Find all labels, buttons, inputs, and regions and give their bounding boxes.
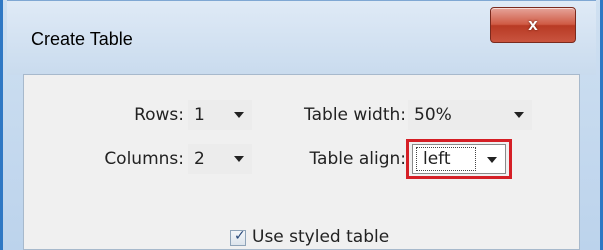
columns-label: Columns: <box>104 149 184 169</box>
rows-label: Rows: <box>134 105 184 125</box>
table-width-label: Table width: <box>304 105 406 125</box>
close-icon: x <box>528 15 538 34</box>
styled-table-checkbox[interactable]: ✓ <box>230 228 246 246</box>
table-width-select[interactable]: 50% <box>408 100 532 130</box>
table-align-label: Table align: <box>309 149 406 169</box>
chevron-down-icon <box>234 112 244 118</box>
table-align-value: left <box>416 147 476 171</box>
dialog-window: Create Table x Rows: 1 Table width: 50% … <box>0 0 603 250</box>
columns-value: 2 <box>194 149 205 169</box>
checkmark-icon: ✓ <box>234 228 246 244</box>
title-bar: Create Table x <box>7 0 596 75</box>
table-width-value: 50% <box>414 105 452 125</box>
table-align-select[interactable]: left <box>412 144 506 174</box>
dialog-body: Rows: 1 Table width: 50% Columns: 2 Tabl… <box>23 74 580 250</box>
close-button[interactable]: x <box>490 7 576 43</box>
styled-table-label: Use styled table <box>252 227 390 247</box>
chevron-down-icon <box>234 156 244 162</box>
chevron-down-icon <box>487 157 497 163</box>
dialog-title: Create Table <box>31 29 133 49</box>
rows-select[interactable]: 1 <box>188 100 252 130</box>
rows-value: 1 <box>194 105 205 125</box>
columns-select[interactable]: 2 <box>188 144 252 174</box>
chevron-down-icon <box>514 112 524 118</box>
